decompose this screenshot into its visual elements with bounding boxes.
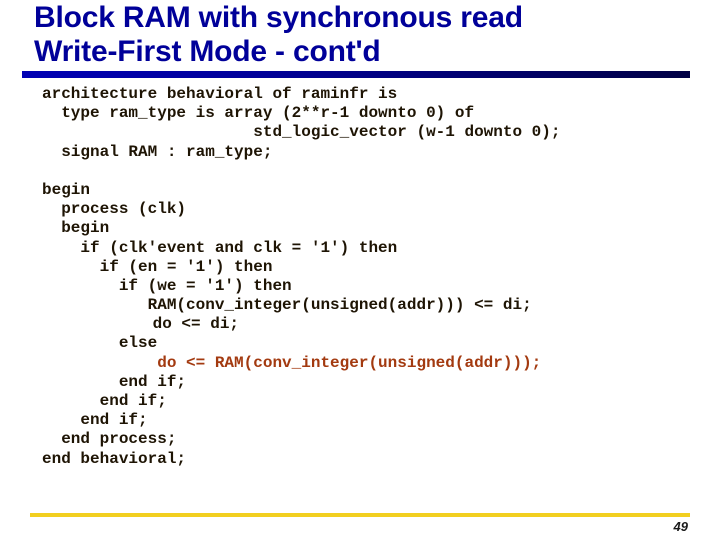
code-line: RAM(conv_integer(unsigned(addr))) <= di; [42, 296, 532, 315]
code-line: do <= di; [47, 315, 240, 334]
vhdl-code-listing: architecture behavioral of raminfr is ty… [42, 85, 560, 469]
code-line-highlighted: do <= RAM(conv_integer(unsigned(addr))); [42, 353, 542, 372]
code-line: else [42, 334, 158, 353]
code-line: end process; [42, 430, 177, 449]
code-line: end if; [42, 392, 167, 410]
code-line: begin [42, 180, 91, 199]
code-line: end if; [42, 411, 148, 430]
code-line: architecture behavioral of raminfr is [42, 85, 398, 103]
slide-title-line-1: Block RAM with synchronous read [34, 1, 523, 34]
code-line: std_logic_vector (w-1 downto 0); [42, 123, 561, 142]
code-line: begin [42, 219, 110, 238]
code-line: signal RAM : ram_type; [42, 142, 273, 161]
title-underline-bar [22, 71, 690, 78]
code-line: if (clk'event and clk = '1') then [42, 238, 398, 257]
code-line: if (en = '1') then [42, 257, 273, 276]
code-line: end behavioral; [42, 449, 187, 468]
page-number: 49 [673, 519, 688, 534]
slide-title-line-2: Write-First Mode - cont'd [34, 35, 381, 68]
code-line: end if; [42, 372, 187, 391]
code-line: process (clk) [42, 200, 187, 219]
slide-title: Block RAM with synchronous read Write-Fi… [34, 1, 523, 69]
code-line: type ram_type is array (2**r-1 downto 0)… [42, 104, 475, 123]
code-line: if (we = '1') then [42, 276, 292, 295]
footer-divider-bar [30, 513, 690, 517]
